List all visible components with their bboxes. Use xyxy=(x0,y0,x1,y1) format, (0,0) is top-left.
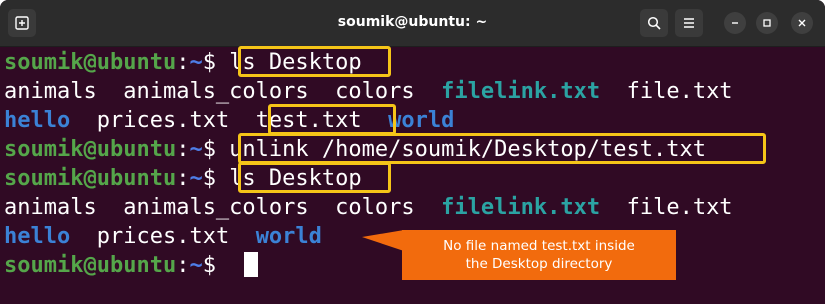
text-cursor xyxy=(244,252,258,277)
prompt-directory: ~ xyxy=(189,137,203,162)
file-entry: animals xyxy=(4,79,97,104)
output-line: hello prices.txt world xyxy=(4,222,322,251)
prompt-symbol: $ xyxy=(202,253,216,278)
annotation-callout: No file named test.txt inside the Deskto… xyxy=(402,230,676,280)
file-entry: prices.txt xyxy=(96,224,230,249)
highlight-box xyxy=(238,133,766,164)
callout-pointer xyxy=(362,230,404,251)
search-icon xyxy=(647,16,661,30)
prompt-directory: ~ xyxy=(189,253,203,278)
prompt-separator: : xyxy=(176,137,190,162)
close-button[interactable] xyxy=(791,12,813,34)
file-entry: animals_colors xyxy=(123,195,309,220)
file-entry: animals_colors xyxy=(123,79,309,104)
file-entry: colors xyxy=(335,195,415,220)
prompt-symbol: $ xyxy=(202,166,216,191)
prompt-user: soumik@ubuntu xyxy=(4,166,177,191)
prompt-separator: : xyxy=(176,166,190,191)
hamburger-menu-icon xyxy=(684,18,694,28)
symlink-entry: filelink.txt xyxy=(441,79,601,104)
directory-entry: hello xyxy=(4,224,71,249)
maximize-button[interactable] xyxy=(756,12,778,34)
prompt-separator: : xyxy=(176,253,190,278)
close-icon xyxy=(798,19,806,27)
maximize-icon xyxy=(763,19,771,27)
prompt-symbol: $ xyxy=(202,50,216,75)
prompt-directory: ~ xyxy=(189,166,203,191)
file-entry: colors xyxy=(335,79,415,104)
highlight-box xyxy=(238,46,391,77)
prompt-separator: : xyxy=(176,50,190,75)
minimize-button[interactable] xyxy=(724,12,746,34)
prompt-directory: ~ xyxy=(189,50,203,75)
file-entry: file.txt xyxy=(626,195,733,220)
highlight-box xyxy=(238,162,391,193)
output-line: animals animals_colors colors filelink.t… xyxy=(4,193,733,222)
prompt-user: soumik@ubuntu xyxy=(4,253,177,278)
prompt-symbol: $ xyxy=(202,137,216,162)
output-line: animals animals_colors colors filelink.t… xyxy=(4,77,733,106)
title-bar[interactable]: soumik@ubuntu: ~ xyxy=(0,0,825,47)
file-entry: file.txt xyxy=(626,79,733,104)
command-line: soumik@ubuntu:~$ xyxy=(4,251,229,280)
callout-line-2: the Desktop directory xyxy=(465,256,613,272)
directory-entry: hello xyxy=(4,108,71,133)
search-button[interactable] xyxy=(640,9,668,37)
file-entry: animals xyxy=(4,195,97,220)
terminal-window: soumik@ubuntu: ~ soumik@ubuntu:~$ ls Des… xyxy=(0,0,825,304)
prompt-user: soumik@ubuntu xyxy=(4,50,177,75)
symlink-entry: filelink.txt xyxy=(441,195,601,220)
menu-button[interactable] xyxy=(675,9,703,37)
file-entry: prices.txt xyxy=(96,108,230,133)
prompt-user: soumik@ubuntu xyxy=(4,137,177,162)
directory-entry: world xyxy=(255,224,322,249)
callout-line-1: No file named test.txt inside xyxy=(443,238,635,254)
minimize-icon xyxy=(732,22,738,24)
highlight-box xyxy=(268,104,396,135)
directory-entry: world xyxy=(388,108,455,133)
